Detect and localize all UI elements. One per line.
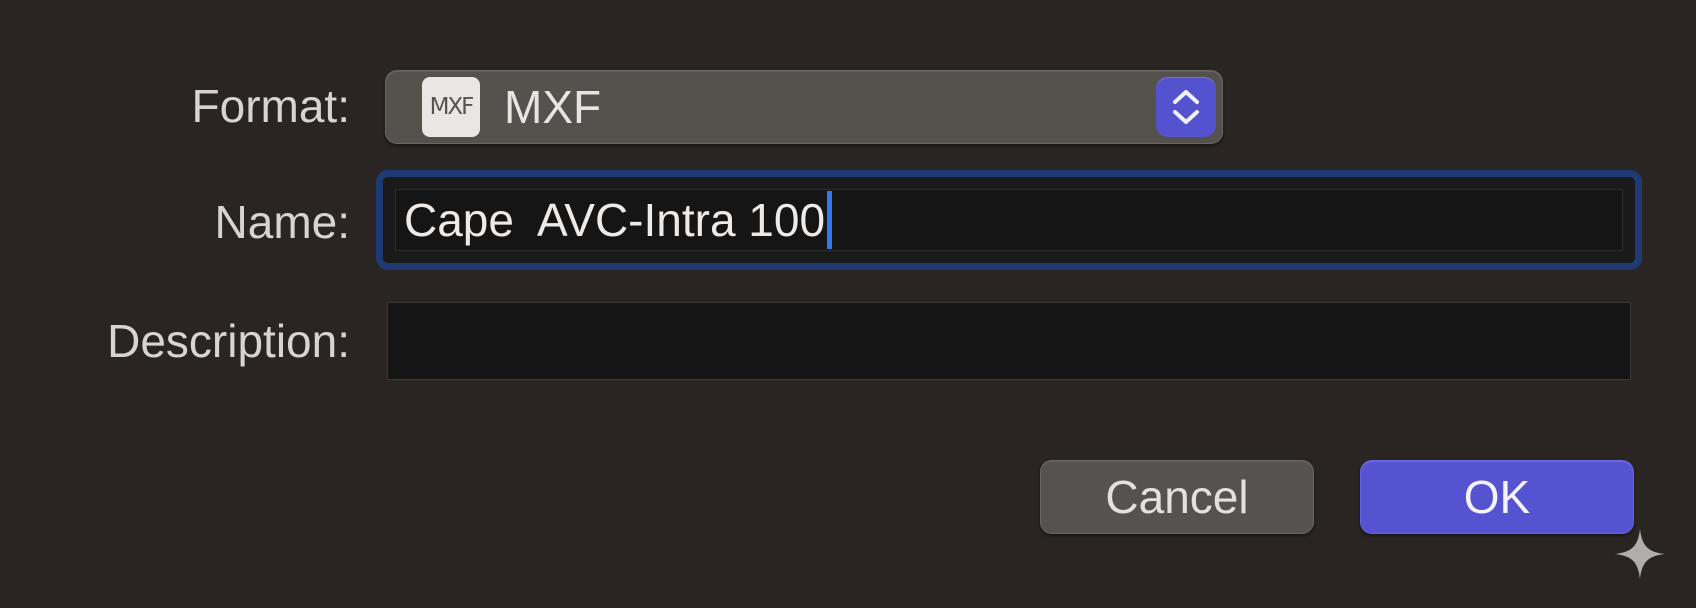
format-popup[interactable]: MXF MXF <box>385 70 1223 144</box>
up-down-chevron-icon[interactable] <box>1156 77 1216 137</box>
description-field[interactable] <box>387 302 1631 380</box>
cancel-button[interactable]: Cancel <box>1040 460 1314 534</box>
format-value: MXF <box>504 81 602 133</box>
ok-button[interactable]: OK <box>1360 460 1634 534</box>
ok-button-label: OK <box>1463 471 1531 523</box>
format-icon-text: MXF <box>429 94 475 120</box>
name-label: Name: <box>214 196 350 248</box>
name-field-focus-ring: Cape AVC-Intra 100 <box>376 170 1642 270</box>
save-preset-dialog: Format: MXF MXF Name: Cape AVC-Intra 100… <box>0 0 1696 608</box>
name-field-value: Cape AVC-Intra 100 <box>404 194 826 246</box>
mxf-file-icon: MXF <box>422 77 480 137</box>
description-label: Description: <box>107 315 350 367</box>
cancel-button-label: Cancel <box>1105 471 1249 523</box>
sparkle-icon <box>1615 529 1665 579</box>
name-field[interactable]: Cape AVC-Intra 100 <box>395 189 1623 251</box>
text-caret <box>827 191 833 249</box>
format-label: Format: <box>191 80 350 132</box>
